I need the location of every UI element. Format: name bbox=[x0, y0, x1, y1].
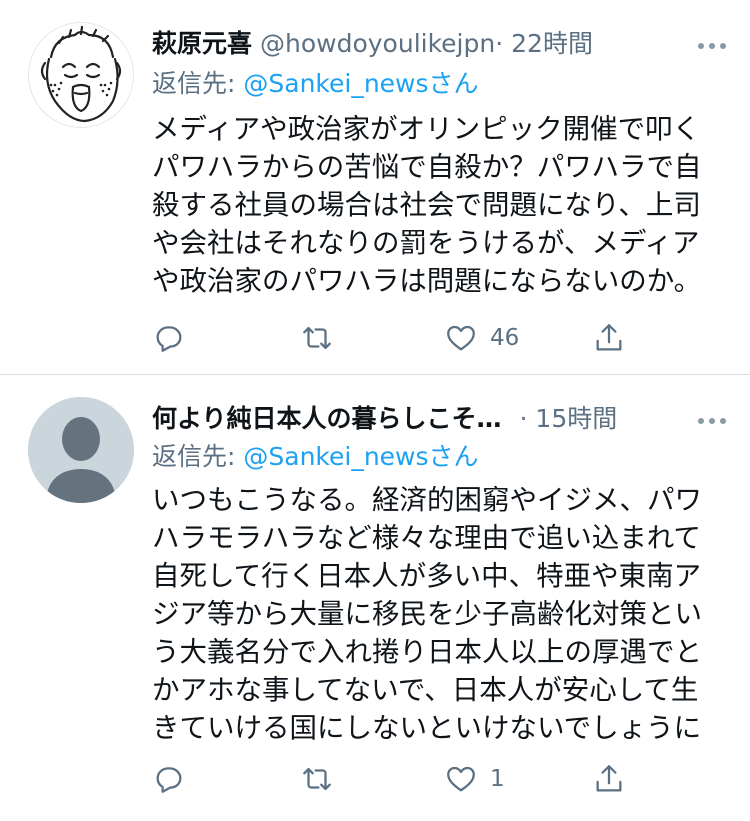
reply-button[interactable] bbox=[152, 759, 186, 799]
reply-icon bbox=[156, 326, 182, 352]
reply-prefix: 返信先: bbox=[152, 69, 244, 98]
tweet-text-line: ジア等から大量に移民を少子高齢化対策とい bbox=[152, 598, 702, 630]
tweet[interactable]: 何より純日本人の暮らしこそ… · 15時間 返信先: @Sankei_newsさん… bbox=[0, 375, 750, 821]
more-icon[interactable] bbox=[698, 409, 732, 424]
like-icon bbox=[447, 766, 475, 792]
tweet-header: 萩原元喜 @howdoyoulikejpn· 22時間 bbox=[152, 24, 732, 64]
tweet-text-line: 自死して行く日本人が多い中、特亜や東南ア bbox=[152, 560, 702, 592]
tweet-text-line: メディアや政治家がオリンピック開催で叩く bbox=[152, 113, 701, 145]
like-icon bbox=[447, 325, 475, 351]
timestamp[interactable]: · 15時間 bbox=[520, 404, 618, 433]
avatar[interactable] bbox=[28, 397, 134, 503]
cartoon-face-avatar-icon bbox=[40, 25, 122, 123]
reply-button[interactable] bbox=[152, 318, 186, 358]
share-button[interactable] bbox=[592, 759, 626, 799]
retweet-icon bbox=[303, 326, 331, 350]
tweet-text: メディアや政治家がオリンピック開催で叩く パワハラからの苦悩で自殺か？パワハラで… bbox=[152, 110, 732, 300]
display-name[interactable]: 萩原元喜 bbox=[152, 29, 252, 58]
tweet-text-line: や政治家のパワハラは問題にならないのか。 bbox=[152, 265, 702, 297]
like-count: 1 bbox=[490, 766, 505, 792]
action-bar: 1 bbox=[152, 759, 652, 799]
display-name[interactable]: 何より純日本人の暮らしこそ… bbox=[152, 404, 502, 433]
reply-context: 返信先: @Sankei_newsさん bbox=[152, 437, 479, 473]
retweet-icon bbox=[303, 767, 331, 791]
action-bar: 46 bbox=[152, 318, 652, 358]
reply-prefix: 返信先: bbox=[152, 442, 244, 471]
more-icon[interactable] bbox=[698, 34, 732, 49]
avatar[interactable] bbox=[28, 22, 134, 128]
tweet-text-line: う大義名分で入れ捲り日本人以上の厚遇でと bbox=[152, 636, 702, 668]
share-icon bbox=[596, 765, 622, 792]
user-handle[interactable]: @howdoyoulikejpn bbox=[260, 29, 495, 58]
tweet-text-line: かアホな事してないで、日本人が安心して生 bbox=[152, 674, 699, 706]
tweet-text-line: ハラモラハラなど様々な理由で追い込まれて bbox=[152, 522, 701, 554]
tweet-text-line: や会社はそれなりの罰をうけるが、メディア bbox=[152, 227, 700, 259]
like-button[interactable]: 1 bbox=[444, 759, 505, 799]
reply-mention-link[interactable]: @Sankei_newsさん bbox=[243, 69, 478, 98]
like-button[interactable]: 46 bbox=[444, 318, 519, 358]
share-button[interactable] bbox=[592, 318, 626, 358]
reply-icon bbox=[156, 767, 182, 793]
tweet-text-line: パワハラからの苦悩で自殺か？パワハラで自 bbox=[152, 151, 702, 183]
like-count: 46 bbox=[490, 325, 520, 351]
tweet[interactable]: 萩原元喜 @howdoyoulikejpn· 22時間 返信先: @Sankei_… bbox=[0, 0, 750, 374]
share-icon bbox=[596, 324, 622, 351]
tweet-header: 何より純日本人の暮らしこそ… · 15時間 bbox=[152, 399, 732, 439]
reply-mention-link[interactable]: @Sankei_newsさん bbox=[243, 442, 478, 471]
tweet-text-line: いつもこうなる。経済的困窮やイジメ、パワ bbox=[152, 484, 702, 516]
retweet-button[interactable] bbox=[300, 759, 334, 799]
reply-context: 返信先: @Sankei_newsさん bbox=[152, 64, 479, 100]
tweet-text-line: きていける国にしないといけないでしょうに bbox=[152, 712, 702, 744]
tweet-text-line: 殺する社員の場合は社会で問題になり、上司 bbox=[152, 189, 701, 221]
tweet-text: いつもこうなる。経済的困窮やイジメ、パワ ハラモラハラなど様々な理由で追い込まれ… bbox=[152, 481, 732, 747]
default-user-avatar-icon bbox=[28, 397, 134, 503]
retweet-button[interactable] bbox=[300, 318, 334, 358]
timestamp[interactable]: · 22時間 bbox=[495, 29, 593, 58]
